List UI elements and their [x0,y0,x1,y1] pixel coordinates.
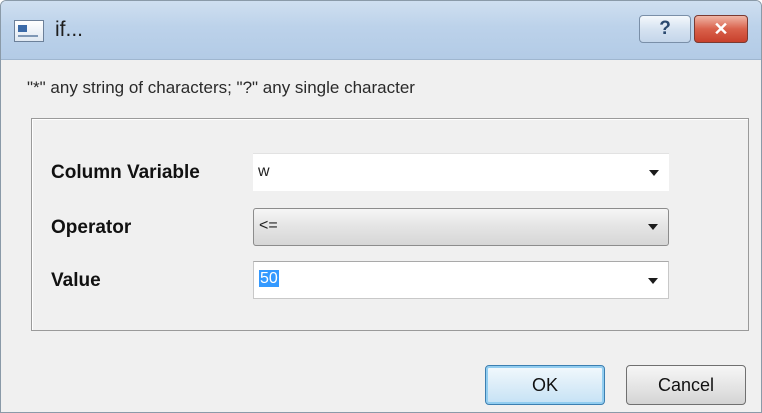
column-variable-value: w [258,163,270,180]
chevron-down-icon[interactable] [649,170,659,176]
cancel-button[interactable]: Cancel [626,365,746,405]
column-variable-dropdown[interactable]: w [253,153,669,191]
column-variable-label: Column Variable [51,162,200,183]
chevron-down-icon[interactable] [648,224,658,230]
operator-label: Operator [51,217,132,238]
title-bar[interactable]: if... ? ✕ [1,1,761,60]
wildcard-hint: "*" any string of characters; "?" any si… [27,78,415,97]
value-combobox[interactable]: 50 [253,261,669,299]
value-input-text[interactable]: 50 [259,270,279,287]
operator-dropdown[interactable]: <= [253,208,669,246]
chevron-down-icon[interactable] [648,278,658,284]
help-button[interactable]: ? [639,15,691,43]
ok-button[interactable]: OK [485,365,605,405]
if-dialog: if... ? ✕ "*" any string of characters; … [0,0,762,413]
value-label: Value [51,270,101,291]
window-app-icon [14,20,44,42]
operator-value: <= [259,217,278,234]
close-button[interactable]: ✕ [694,15,748,43]
window-title: if... [55,18,84,41]
